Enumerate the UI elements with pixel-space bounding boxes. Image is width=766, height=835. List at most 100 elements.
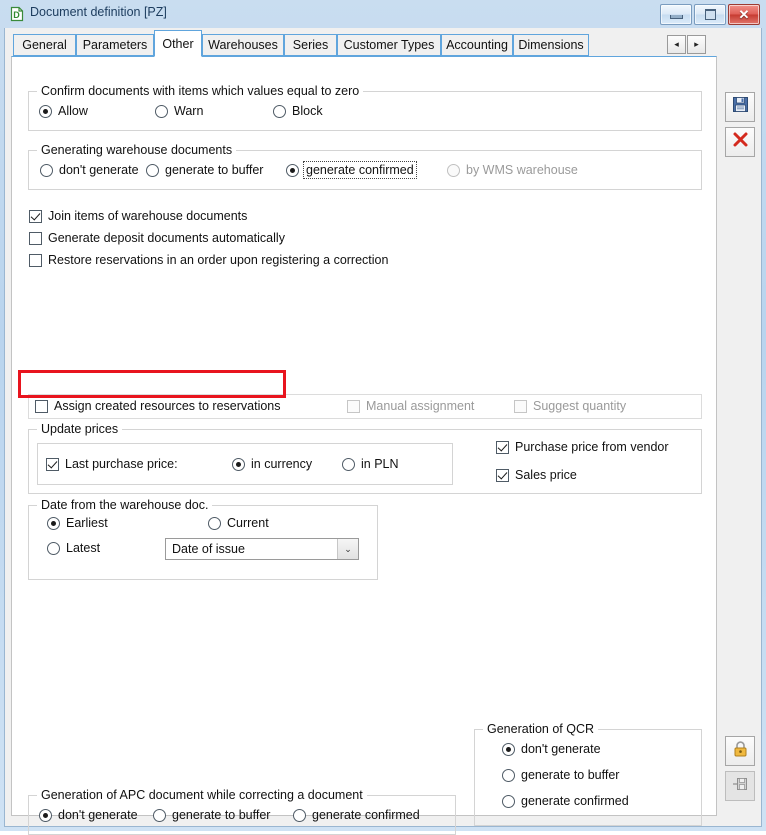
checkbox-icon xyxy=(29,209,42,223)
checkbox-icon xyxy=(496,468,509,482)
checkbox-last-purchase-price[interactable]: Last purchase price: xyxy=(46,457,178,471)
chevron-right-icon: ▸ xyxy=(694,39,699,49)
close-window-button[interactable] xyxy=(725,127,755,157)
radio-label: Allow xyxy=(58,104,88,118)
radio-icon xyxy=(502,768,515,782)
minimize-button[interactable] xyxy=(660,4,692,25)
radio-label: don't generate xyxy=(58,808,138,822)
checkbox-join-items[interactable]: Join items of warehouse documents xyxy=(29,209,247,223)
radio-label: in PLN xyxy=(361,457,399,471)
group-legend: Generation of QCR xyxy=(483,722,598,736)
tab-label: Warehouses xyxy=(208,38,278,52)
radio-wh-generate-to-buffer[interactable]: generate to buffer xyxy=(146,163,263,177)
radio-in-currency[interactable]: in currency xyxy=(232,457,312,471)
checkbox-label: Generate deposit documents automatically xyxy=(48,231,285,245)
checkbox-icon xyxy=(514,399,527,413)
svg-text:D: D xyxy=(13,10,20,20)
group-confirm-zero-value: Confirm documents with items which value… xyxy=(28,84,702,131)
tab-label: Series xyxy=(292,38,329,52)
radio-qcr-generate-confirmed[interactable]: generate confirmed xyxy=(502,794,629,808)
radio-wh-dont-generate[interactable]: don't generate xyxy=(40,163,139,177)
radio-icon xyxy=(447,163,460,177)
radio-apc-generate-confirmed[interactable]: generate confirmed xyxy=(293,808,420,822)
tab-strip: General Parameters Other Warehouses Seri… xyxy=(5,28,761,58)
radio-icon xyxy=(40,163,53,177)
lock-button[interactable] xyxy=(725,736,755,766)
save-floppy-icon xyxy=(732,96,749,118)
checkbox-purchase-price-from-vendor[interactable]: Purchase price from vendor xyxy=(496,440,669,454)
checkbox-label: Suggest quantity xyxy=(533,399,627,413)
checkbox-icon xyxy=(29,253,42,267)
radio-label: Earliest xyxy=(66,516,108,530)
close-button[interactable]: ✕ xyxy=(728,4,760,25)
radio-confirm-block[interactable]: Block xyxy=(273,104,323,118)
padlock-icon xyxy=(732,740,749,763)
radio-confirm-warn[interactable]: Warn xyxy=(155,104,203,118)
close-x-icon xyxy=(732,131,749,153)
radio-apc-dont-generate[interactable]: don't generate xyxy=(39,808,143,822)
tab-warehouses[interactable]: Warehouses xyxy=(202,34,284,56)
tab-label: Customer Types xyxy=(343,38,435,52)
checkbox-restore-reservations[interactable]: Restore reservations in an order upon re… xyxy=(29,253,388,267)
tab-scroll-next-button[interactable]: ▸ xyxy=(687,35,706,54)
checkbox-sales-price[interactable]: Sales price xyxy=(496,468,577,482)
radio-label: Current xyxy=(227,516,269,530)
pin-save-button xyxy=(725,771,755,801)
checkbox-assign-created-resources[interactable]: Assign created resources to reservations xyxy=(35,399,281,413)
window-controls: ✕ xyxy=(660,4,760,25)
radio-icon xyxy=(286,163,299,177)
radio-icon xyxy=(153,808,166,822)
radio-wh-generate-confirmed[interactable]: generate confirmed xyxy=(286,161,417,179)
chevron-down-icon[interactable]: ⌄ xyxy=(337,539,358,559)
radio-date-current[interactable]: Current xyxy=(208,516,269,530)
group-generating-warehouse-documents: Generating warehouse documents don't gen… xyxy=(28,143,702,190)
radio-apc-generate-to-buffer[interactable]: generate to buffer xyxy=(153,808,270,822)
tab-scroll-prev-button[interactable]: ◂ xyxy=(667,35,686,54)
save-button[interactable] xyxy=(725,92,755,122)
radio-label: generate confirmed xyxy=(312,808,420,822)
radio-label: by WMS warehouse xyxy=(466,163,578,177)
tab-label: Dimensions xyxy=(518,38,584,52)
radio-qcr-generate-to-buffer[interactable]: generate to buffer xyxy=(502,768,619,782)
maximize-button[interactable] xyxy=(694,4,726,25)
checkbox-label: Purchase price from vendor xyxy=(515,440,669,454)
checkbox-icon xyxy=(29,231,42,245)
radio-icon xyxy=(273,104,286,118)
group-date-from-warehouse-doc: Date from the warehouse doc. Earliest Cu… xyxy=(28,498,378,580)
checkbox-label: Restore reservations in an order upon re… xyxy=(48,253,389,267)
radio-icon xyxy=(155,104,168,118)
tab-accounting[interactable]: Accounting xyxy=(441,34,513,56)
tab-customer-types[interactable]: Customer Types xyxy=(337,34,441,56)
tab-series[interactable]: Series xyxy=(284,34,337,56)
radio-date-earliest[interactable]: Earliest xyxy=(47,516,108,530)
checkbox-generate-deposit-documents[interactable]: Generate deposit documents automatically xyxy=(29,231,285,245)
group-legend: Date from the warehouse doc. xyxy=(37,498,213,512)
group-legend: Confirm documents with items which value… xyxy=(37,84,364,98)
radio-date-latest[interactable]: Latest xyxy=(47,541,100,555)
close-icon: ✕ xyxy=(738,7,750,22)
update-prices-inner-box: Last purchase price: in currency in PLN xyxy=(37,443,453,485)
checkbox-manual-assignment: Manual assignment xyxy=(347,399,474,413)
radio-label: generate confirmed xyxy=(303,161,417,179)
radio-in-pln[interactable]: in PLN xyxy=(342,457,399,471)
checkbox-icon xyxy=(46,457,59,471)
group-generation-of-apc-document: Generation of APC document while correct… xyxy=(28,788,456,835)
tab-label: Other xyxy=(162,36,194,51)
radio-label: don't generate xyxy=(59,163,139,177)
tab-other[interactable]: Other xyxy=(154,30,202,57)
checkbox-icon xyxy=(496,440,509,454)
radio-label: generate confirmed xyxy=(521,794,629,808)
checkbox-suggest-quantity: Suggest quantity xyxy=(514,399,626,413)
combobox-value: Date of issue xyxy=(172,542,245,556)
date-type-combobox[interactable]: Date of issue ⌄ xyxy=(165,538,359,560)
group-legend: Generating warehouse documents xyxy=(37,143,237,157)
radio-qcr-dont-generate[interactable]: don't generate xyxy=(502,742,601,756)
checkbox-icon xyxy=(347,399,360,413)
checkbox-label: Join items of warehouse documents xyxy=(48,209,248,223)
minimize-icon xyxy=(669,15,683,19)
tab-dimensions[interactable]: Dimensions xyxy=(513,34,589,56)
radio-confirm-allow[interactable]: Allow xyxy=(39,104,88,118)
tab-general[interactable]: General xyxy=(13,34,76,56)
radio-wh-by-wms-warehouse: by WMS warehouse xyxy=(447,163,578,177)
tab-parameters[interactable]: Parameters xyxy=(76,34,154,56)
